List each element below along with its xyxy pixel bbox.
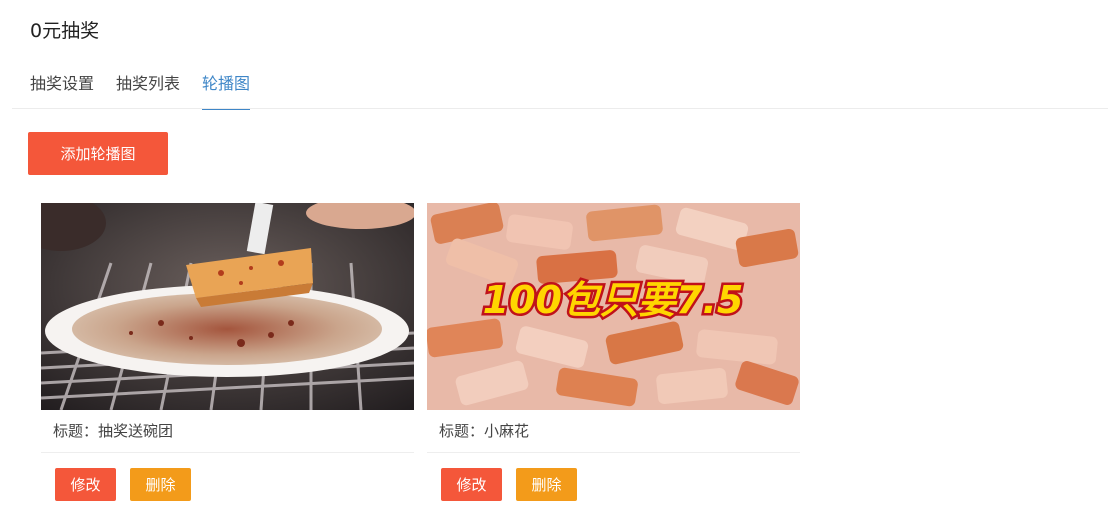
tab-bar: 抽奖设置 抽奖列表 轮播图 — [30, 70, 251, 110]
carousel-image: 100包只要7.5 — [427, 203, 800, 410]
carousel-card: 标题：抽奖送碗团 修改 删除 — [41, 203, 414, 501]
snack-packs-photo: 100包只要7.5 — [427, 203, 800, 410]
carousel-title: 标题：小麻花 — [427, 410, 800, 453]
tab-carousel[interactable]: 轮播图 — [202, 70, 251, 110]
tab-divider — [12, 108, 1108, 109]
edit-button[interactable]: 修改 — [441, 468, 502, 501]
food-bowl-photo — [41, 203, 414, 410]
edit-button[interactable]: 修改 — [55, 468, 116, 501]
tab-lottery-list[interactable]: 抽奖列表 — [116, 70, 180, 110]
page-title: 0元抽奖 — [30, 20, 100, 42]
delete-button[interactable]: 删除 — [516, 468, 577, 501]
carousel-image — [41, 203, 414, 410]
banner-text: 100包只要7.5 — [483, 278, 744, 322]
carousel-title: 标题：抽奖送碗团 — [41, 410, 414, 453]
carousel-card: 100包只要7.5 标题：小麻花 修改 删除 — [427, 203, 800, 501]
delete-button[interactable]: 删除 — [130, 468, 191, 501]
tab-lottery-settings[interactable]: 抽奖设置 — [30, 70, 94, 110]
add-carousel-button[interactable]: 添加轮播图 — [28, 132, 168, 175]
